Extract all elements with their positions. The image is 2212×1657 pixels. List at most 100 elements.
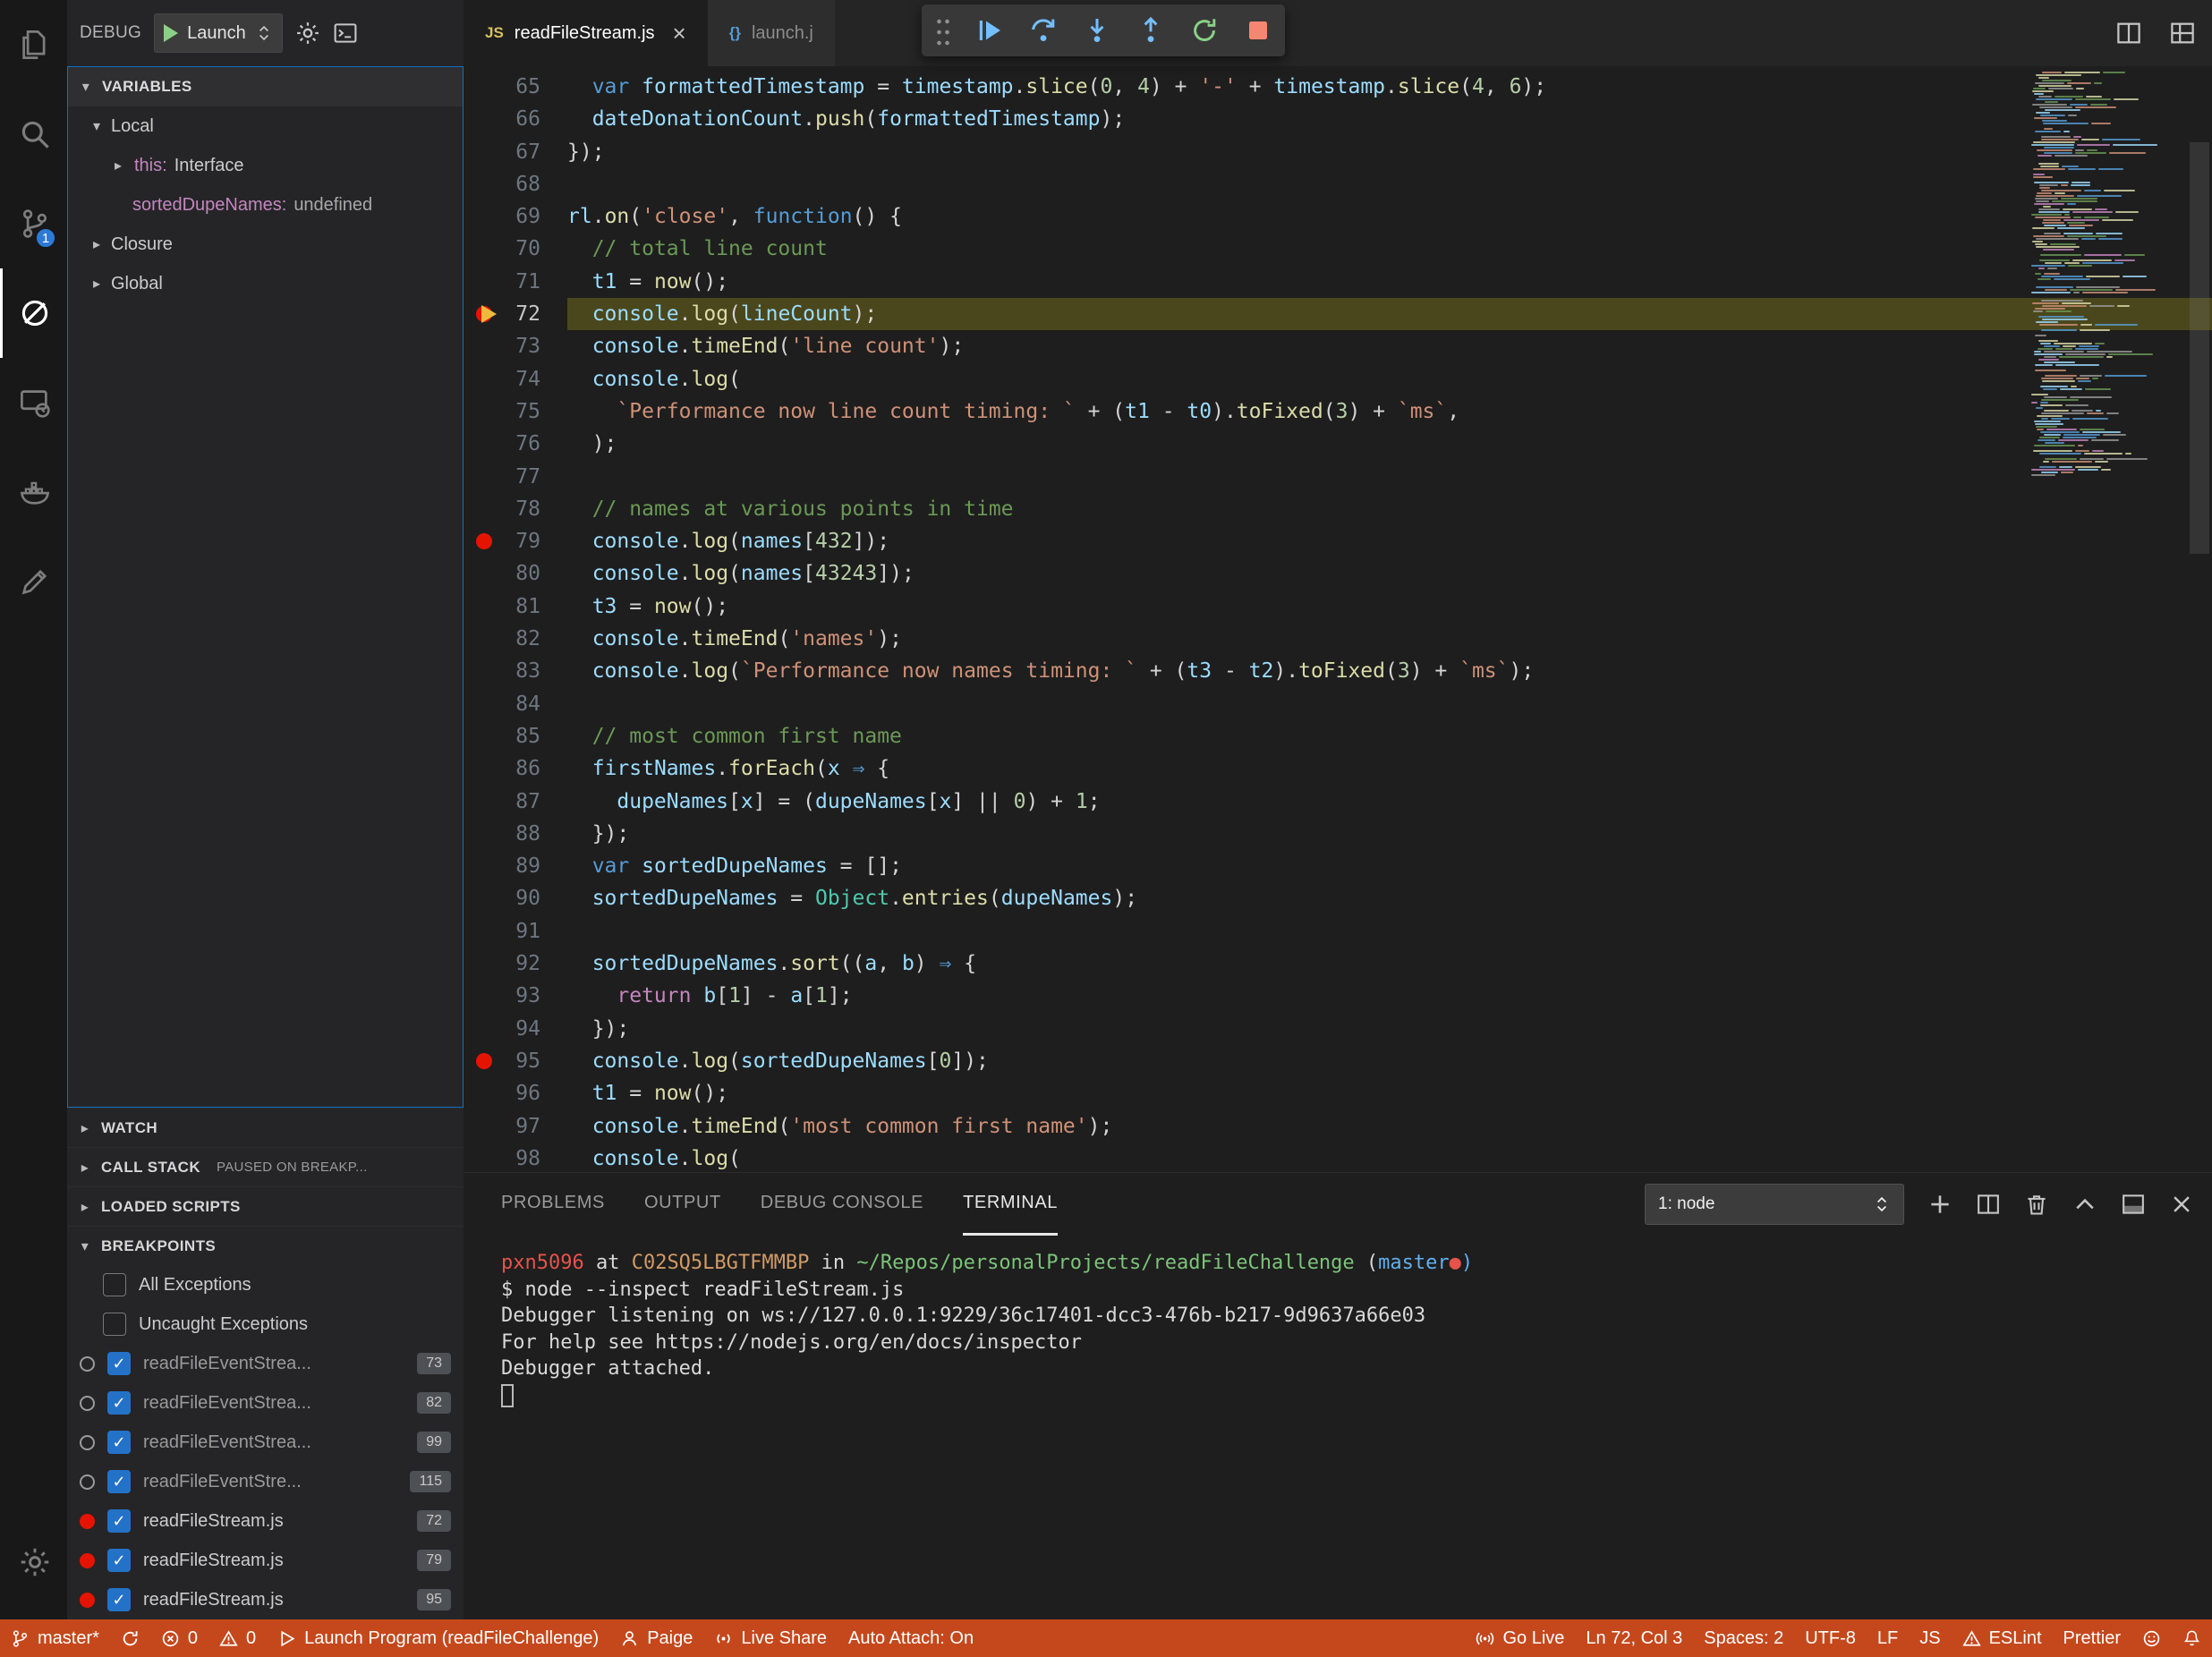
breakpoint-gutter[interactable]: [464, 1045, 512, 1077]
call-stack-section-header[interactable]: ▸ CALL STACK PAUSED ON BREAKP...: [67, 1147, 464, 1186]
status-item-auto-attach-on[interactable]: Auto Attach: On: [838, 1619, 984, 1657]
code-line-69[interactable]: 69 rl.on('close', function() {: [464, 200, 2212, 233]
code-text[interactable]: // most common first name: [567, 720, 2212, 752]
tab-readfilestream-js[interactable]: JS readFileStream.js ×: [464, 0, 708, 66]
code-line-74[interactable]: 74 console.log(: [464, 363, 2212, 395]
code-text[interactable]: dupeNames[x] = (dupeNames[x] || 0) + 1;: [567, 786, 2212, 818]
code-text[interactable]: console.log(`Performance now names timin…: [567, 655, 2212, 687]
breakpoint-list-item[interactable]: ✓ readFileStream.js 79: [67, 1541, 464, 1580]
breakpoint-list-item[interactable]: ✓ readFileStream.js 95: [67, 1580, 464, 1619]
breakpoint-gutter[interactable]: [464, 71, 512, 103]
code-text[interactable]: rl.on('close', function() {: [567, 200, 2212, 233]
breakpoint-gutter[interactable]: [464, 395, 512, 428]
code-text[interactable]: console.log(lineCount);: [567, 298, 2212, 331]
code-line-75[interactable]: 75 `Performance now line count timing: `…: [464, 395, 2212, 428]
breakpoint-list-item[interactable]: ✓ readFileEventStrea... 73: [67, 1344, 464, 1383]
code-line-92[interactable]: 92 sortedDupeNames.sort((a, b) ⇒ {: [464, 947, 2212, 980]
code-text[interactable]: sortedDupeNames = Object.entries(dupeNam…: [567, 882, 2212, 914]
remote-window-icon[interactable]: [0, 358, 67, 447]
breakpoint-gutter[interactable]: [464, 1077, 512, 1109]
code-text[interactable]: console.timeEnd('line count');: [567, 330, 2212, 362]
launch-config-dropdown[interactable]: Launch: [154, 13, 283, 53]
breakpoint-gutter[interactable]: [464, 882, 512, 914]
code-text[interactable]: });: [567, 1013, 2212, 1045]
code-text[interactable]: `Performance now line count timing: ` + …: [567, 395, 2212, 428]
code-text[interactable]: // names at various points in time: [567, 493, 2212, 525]
breakpoint-gutter[interactable]: [464, 136, 512, 168]
loaded-scripts-section-header[interactable]: ▸ LOADED SCRIPTS: [67, 1186, 464, 1226]
code-line-71[interactable]: 71 t1 = now();: [464, 266, 2212, 298]
breakpoint-gutter[interactable]: [464, 1013, 512, 1045]
scope-local[interactable]: ▾ Local: [68, 106, 463, 146]
continue-button[interactable]: [975, 16, 1004, 45]
status-item-smiley[interactable]: [2131, 1619, 2172, 1657]
code-text[interactable]: console.timeEnd('names');: [567, 623, 2212, 655]
code-line-77[interactable]: 77: [464, 461, 2212, 493]
code-line-91[interactable]: 91: [464, 915, 2212, 947]
status-item-sync[interactable]: [110, 1619, 150, 1657]
status-item-0[interactable]: 0: [150, 1619, 208, 1657]
stepout-button[interactable]: [1136, 16, 1165, 45]
breakpoint-gutter[interactable]: [464, 752, 512, 785]
code-text[interactable]: dateDonationCount.push(formattedTimestam…: [567, 103, 2212, 135]
code-text[interactable]: firstNames.forEach(x ⇒ {: [567, 752, 2212, 785]
code-text[interactable]: console.timeEnd('most common first name'…: [567, 1110, 2212, 1143]
terminal-instance-dropdown[interactable]: 1: node: [1645, 1184, 1904, 1225]
code-line-73[interactable]: 73 console.timeEnd('line count');: [464, 330, 2212, 362]
code-line-84[interactable]: 84: [464, 688, 2212, 720]
code-text[interactable]: });: [567, 136, 2212, 168]
variable-sortedDupeNames[interactable]: sortedDupeNames: undefined: [68, 185, 463, 225]
breakpoint-gutter[interactable]: [464, 688, 512, 720]
code-line-88[interactable]: 88 });: [464, 818, 2212, 850]
code-line-68[interactable]: 68: [464, 168, 2212, 200]
breakpoint-gutter[interactable]: [464, 623, 512, 655]
breakpoint-gutter[interactable]: [464, 525, 512, 557]
breakpoint-gutter[interactable]: [464, 557, 512, 590]
code-line-65[interactable]: 65 var formattedTimestamp = timestamp.sl…: [464, 71, 2212, 103]
breakpoint-gutter[interactable]: [464, 720, 512, 752]
search-icon[interactable]: [0, 89, 67, 179]
code-line-72[interactable]: 72 console.log(lineCount);: [464, 298, 2212, 331]
code-line-87[interactable]: 87 dupeNames[x] = (dupeNames[x] || 0) + …: [464, 786, 2212, 818]
code-line-83[interactable]: 83 console.log(`Performance now names ti…: [464, 655, 2212, 687]
code-text[interactable]: t1 = now();: [567, 266, 2212, 298]
code-text[interactable]: t1 = now();: [567, 1077, 2212, 1109]
breakpoint-gutter[interactable]: [464, 915, 512, 947]
status-item-0[interactable]: 0: [208, 1619, 267, 1657]
terminal-output[interactable]: pxn5096 at C02SQ5LBGTFMMBP in ~/Repos/pe…: [464, 1236, 2212, 1619]
breakpoint-gutter[interactable]: [464, 786, 512, 818]
breakpoint-gutter[interactable]: [464, 493, 512, 525]
code-line-93[interactable]: 93 return b[1] - a[1];: [464, 980, 2212, 1012]
breakpoint-gutter[interactable]: [464, 1110, 512, 1143]
breakpoint-gutter[interactable]: [464, 200, 512, 233]
settings-gear-icon[interactable]: [0, 1517, 67, 1607]
explorer-icon[interactable]: [0, 0, 67, 89]
docker-icon[interactable]: [0, 447, 67, 537]
code-text[interactable]: [567, 688, 2212, 720]
status-item-master[interactable]: master*: [0, 1619, 110, 1657]
breakpoint-checkbox[interactable]: ✓: [107, 1352, 131, 1375]
code-line-67[interactable]: 67});: [464, 136, 2212, 168]
breakpoint-checkbox[interactable]: ✓: [107, 1470, 131, 1493]
breakpoint-gutter[interactable]: [464, 103, 512, 135]
stop-button[interactable]: [1244, 16, 1272, 45]
editor-layout-icon[interactable]: [2169, 20, 2196, 47]
tab-launch-json[interactable]: {} launch.j: [707, 0, 835, 66]
code-line-80[interactable]: 80 console.log(names[43243]);: [464, 557, 2212, 590]
breakpoint-gutter[interactable]: [464, 980, 512, 1012]
code-line-86[interactable]: 86 firstNames.forEach(x ⇒ {: [464, 752, 2212, 785]
code-line-79[interactable]: 79 console.log(names[432]);: [464, 525, 2212, 557]
status-item-live-share[interactable]: Live Share: [703, 1619, 838, 1657]
code-text[interactable]: [567, 915, 2212, 947]
checkbox-unchecked-icon[interactable]: [103, 1273, 126, 1296]
status-item-go-live[interactable]: Go Live: [1465, 1619, 1575, 1657]
status-item-js[interactable]: JS: [1909, 1619, 1951, 1657]
debug-icon[interactable]: [0, 268, 67, 358]
panel-position-icon[interactable]: [2121, 1192, 2146, 1217]
variables-section-header[interactable]: ▾ VARIABLES: [68, 67, 463, 106]
status-item-ln-72-col-3[interactable]: Ln 72, Col 3: [1575, 1619, 1693, 1657]
code-text[interactable]: // total line count: [567, 233, 2212, 265]
start-debugging-icon[interactable]: [164, 24, 179, 42]
breakpoint-gutter[interactable]: [464, 850, 512, 882]
variable-this[interactable]: ▸ this: Interface: [68, 146, 463, 185]
